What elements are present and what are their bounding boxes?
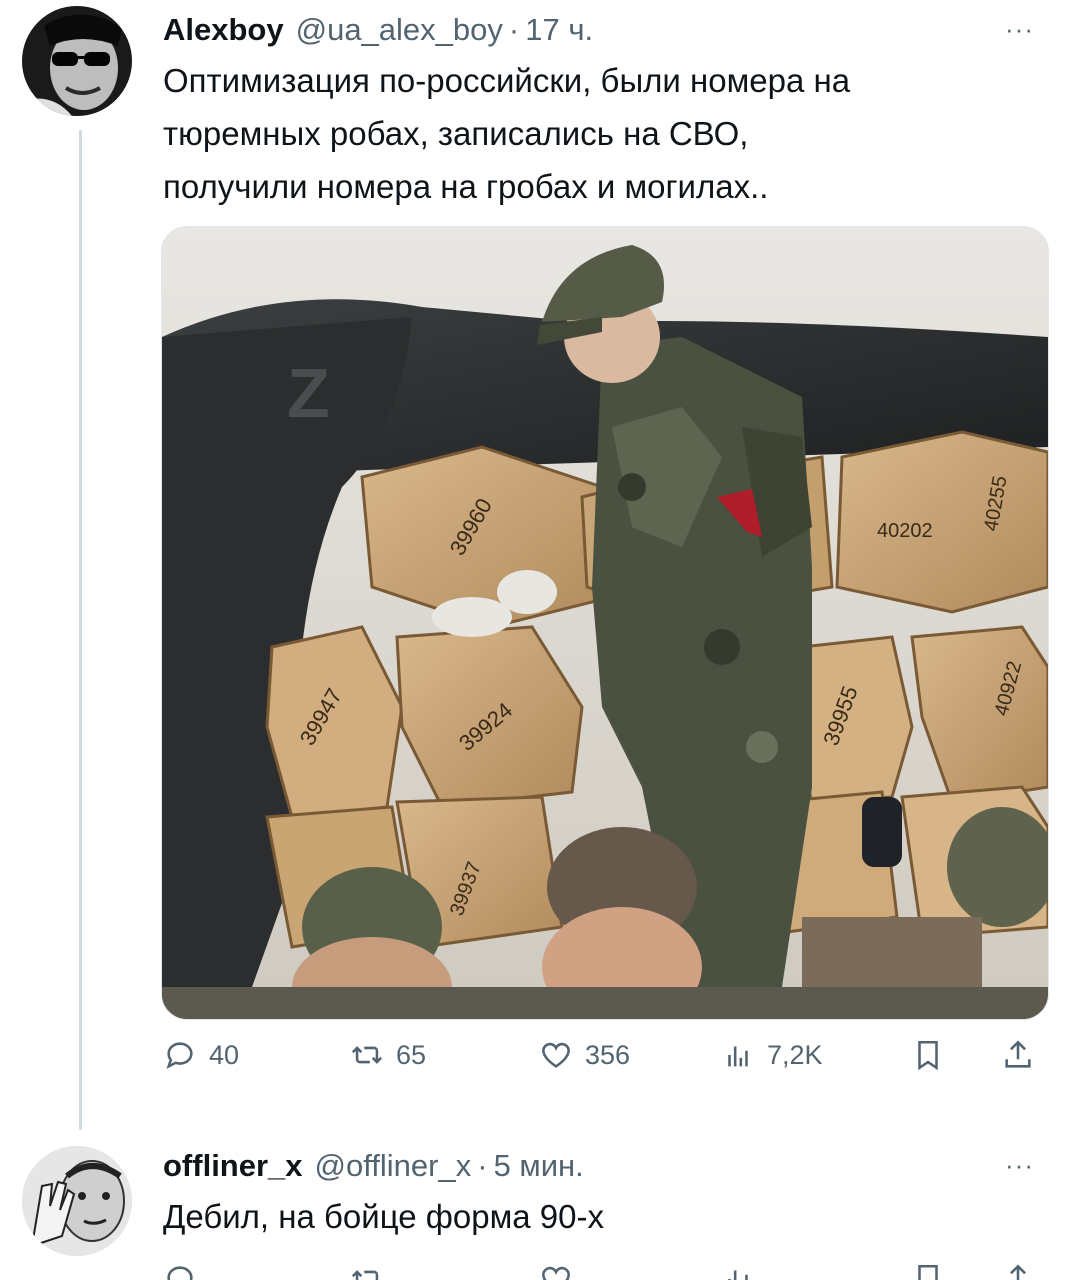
views-chart-icon	[728, 1046, 748, 1067]
avatar-sketch-face-icon	[22, 1146, 132, 1256]
reply-count: 40	[209, 1039, 240, 1070]
reply-actions-bar	[163, 1262, 1043, 1280]
reply-author-handle[interactable]: @offliner_x	[315, 1148, 472, 1184]
author-avatar[interactable]	[22, 6, 132, 116]
reply-header-separator: ·	[477, 1148, 488, 1183]
header-separator: ·	[508, 12, 520, 47]
reply-header: offliner_x @offliner_x · 5 мин.	[163, 1148, 584, 1184]
retweet-icon	[351, 1270, 379, 1280]
reply-bookmark-button[interactable]	[911, 1262, 957, 1280]
like-count: 356	[585, 1039, 631, 1070]
views-button[interactable]: 7,2K	[721, 1038, 823, 1072]
retweet-icon	[351, 1046, 383, 1064]
svg-text:Z: Z	[287, 354, 330, 432]
views-count: 7,2K	[767, 1039, 823, 1070]
reply-icon	[166, 1042, 193, 1069]
reply-timestamp[interactable]: 5 мин.	[494, 1148, 584, 1184]
reply-like-button[interactable]	[539, 1262, 585, 1280]
avatar-sunglasses-icon	[22, 6, 132, 116]
more-options-icon[interactable]: ···	[1005, 16, 1034, 42]
tweet-actions-bar: 40 65 356 7,2K	[163, 1038, 1043, 1082]
tweet-text: Оптимизация по-российски, были номера на…	[163, 62, 851, 205]
share-button[interactable]	[1001, 1038, 1047, 1072]
reply-views-button[interactable]	[721, 1262, 767, 1280]
share-icon	[1010, 1264, 1026, 1280]
author-name[interactable]: Alexboy	[163, 12, 284, 48]
retweet-button[interactable]: 65	[350, 1038, 426, 1072]
reply-retweet-button[interactable]	[350, 1262, 396, 1280]
thread-connector-line	[79, 130, 82, 1130]
share-icon	[1005, 1040, 1031, 1068]
timeline: Alexboy @ua_alex_boy · 17 ч. ··· Оптимиз…	[0, 0, 1070, 1280]
reply-share-button[interactable]	[1001, 1262, 1047, 1280]
reply-more-options-icon[interactable]: ···	[1005, 1152, 1034, 1178]
bookmark-icon	[918, 1264, 938, 1280]
bookmark-icon	[918, 1040, 938, 1071]
reply-reply-button[interactable]	[163, 1262, 209, 1280]
tweet-header: Alexboy @ua_alex_boy · 17 ч.	[163, 12, 593, 48]
reply-button[interactable]: 40	[163, 1038, 239, 1072]
photo-soldier-boxes-icon: Z 39960 39924 39947 39955 40255 40202 40…	[162, 227, 1048, 1019]
reply-icon	[167, 1266, 193, 1280]
author-handle[interactable]: @ua_alex_boy	[296, 12, 503, 48]
box-number: 40202	[877, 520, 933, 542]
heart-icon	[542, 1042, 570, 1068]
like-button[interactable]: 356	[539, 1038, 630, 1072]
heart-icon	[542, 1266, 570, 1280]
tweet-media-photo[interactable]: Z 39960 39924 39947 39955 40255 40202 40…	[161, 226, 1049, 1020]
reply-text: Дебил, на бойце форма 90-х	[163, 1198, 605, 1235]
reply-author-avatar[interactable]	[22, 1146, 132, 1256]
reply-author-name[interactable]: offliner_x	[163, 1148, 303, 1184]
retweet-count: 65	[396, 1039, 427, 1070]
tweet-timestamp[interactable]: 17 ч.	[525, 12, 593, 48]
views-chart-icon	[728, 1270, 748, 1280]
bookmark-button[interactable]	[911, 1038, 957, 1072]
